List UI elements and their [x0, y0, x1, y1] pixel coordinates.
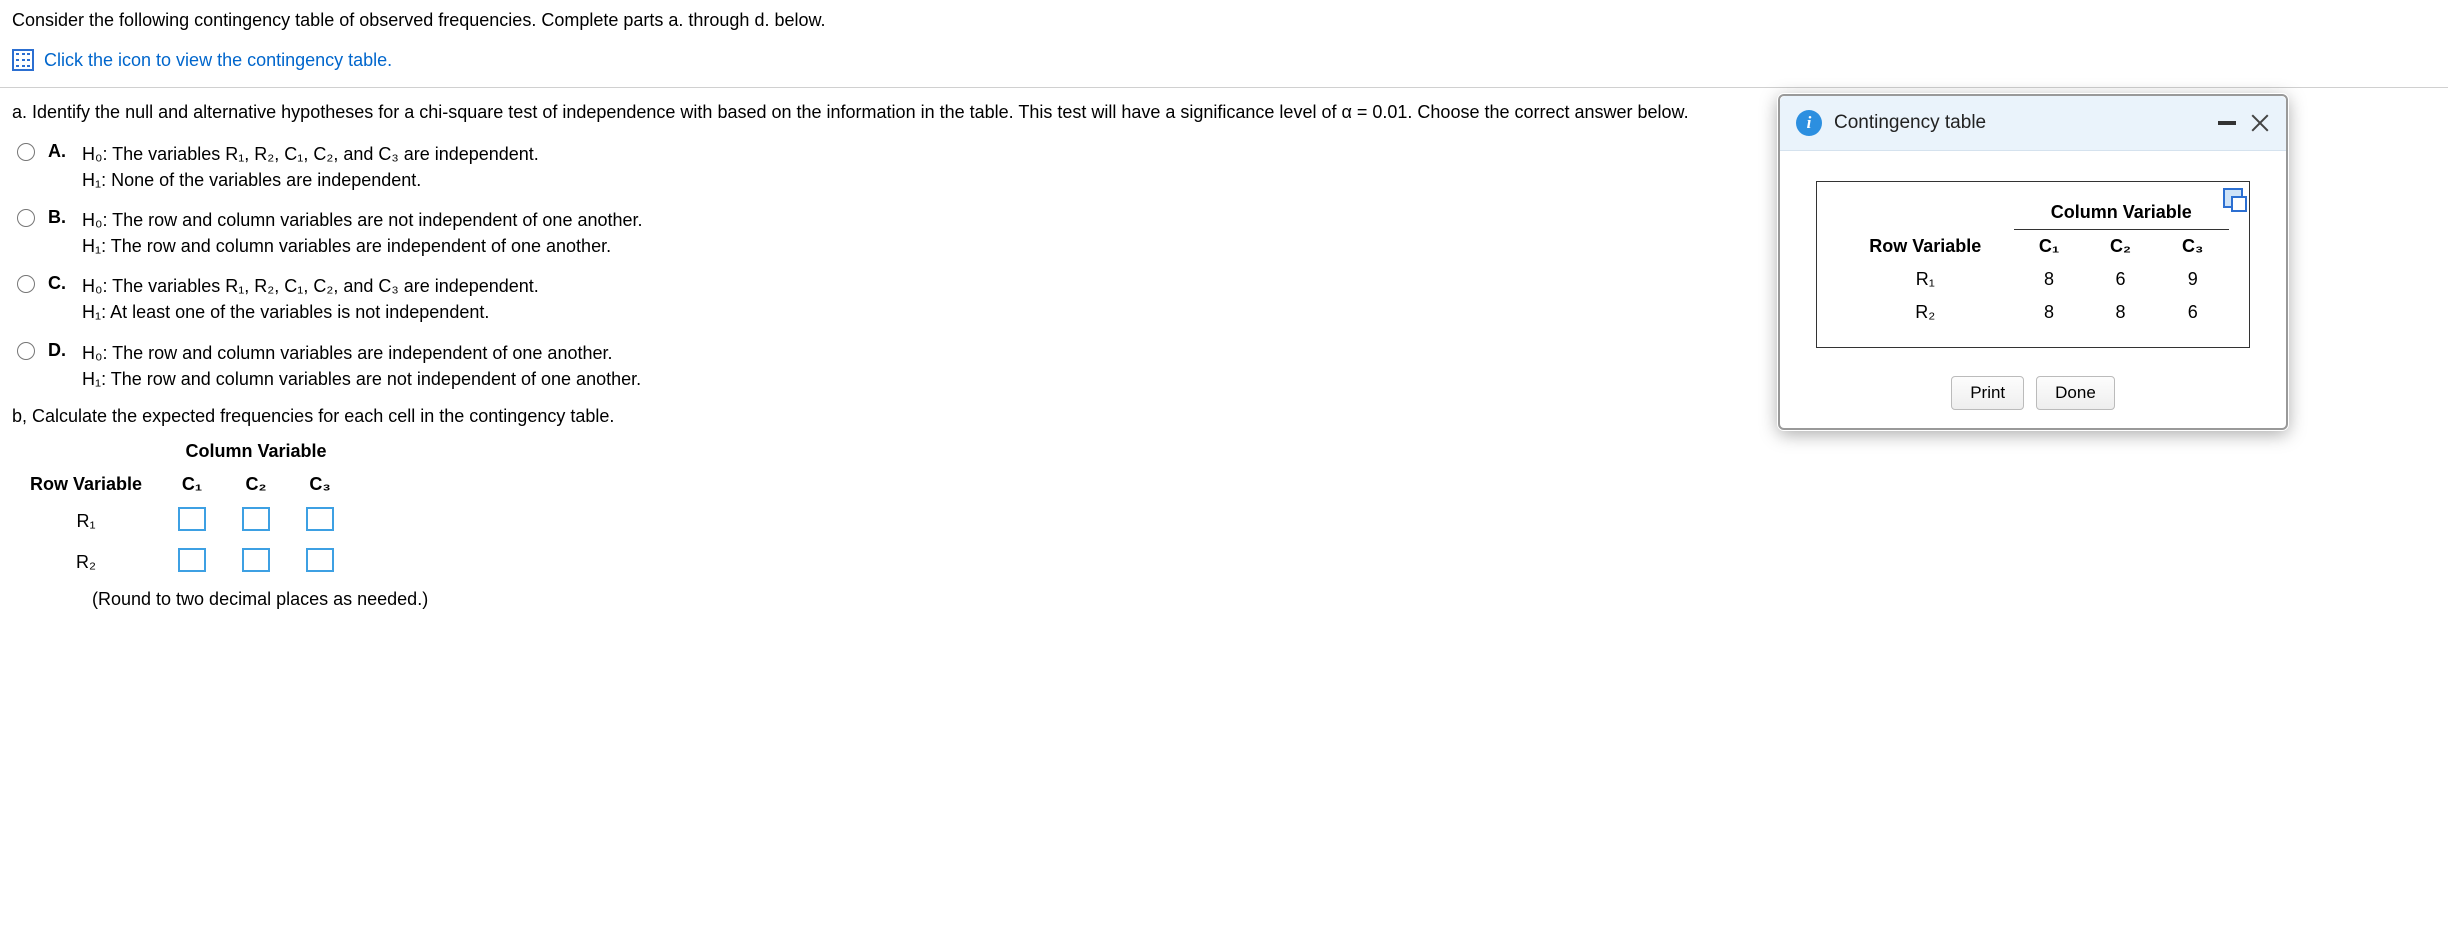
intro-text: Consider the following contingency table… [0, 0, 2448, 43]
cell: 8 [2014, 296, 2085, 329]
exp-R1-C1[interactable] [178, 507, 206, 531]
copy-icon[interactable] [2223, 188, 2243, 208]
cell: 8 [2085, 296, 2157, 329]
choice-D: D. H₀: The row and column variables are … [12, 340, 792, 392]
minimize-icon[interactable] [2218, 121, 2236, 125]
view-table-link[interactable]: Click the icon to view the contingency t… [44, 50, 392, 71]
col-var-header: Column Variable [2014, 196, 2229, 230]
col-C2: C₂ [224, 468, 288, 501]
exp-R1-C3[interactable] [306, 507, 334, 531]
row-label: R₂ [1837, 296, 2014, 329]
exp-R2-C2[interactable] [242, 548, 270, 572]
done-button[interactable]: Done [2036, 376, 2115, 410]
table-icon[interactable] [12, 49, 34, 71]
choice-B: B. H₀: The row and column variables are … [12, 207, 792, 259]
col-C3: C₃ [288, 468, 352, 501]
radio-C[interactable] [17, 275, 35, 293]
rounding-note: (Round to two decimal places as needed.) [12, 589, 2436, 610]
choice-body: H₀: The row and column variables are not… [82, 207, 792, 259]
choice-label: D. [48, 340, 72, 361]
choice-body: H₀: The variables R₁, R₂, C₁, C₂, and C₃… [82, 141, 792, 193]
choice-C: C. H₀: The variables R₁, R₂, C₁, C₂, and… [12, 273, 792, 325]
view-table-row: Click the icon to view the contingency t… [0, 43, 2448, 88]
row-R2: R₂ [12, 542, 160, 583]
info-icon: i [1796, 110, 1822, 136]
col-C2: C₂ [2085, 230, 2157, 264]
table-row: R₂ [12, 542, 352, 583]
popup-header: i Contingency table [1780, 96, 2286, 151]
radio-D[interactable] [17, 342, 35, 360]
exp-R2-C1[interactable] [178, 548, 206, 572]
radio-A[interactable] [17, 143, 35, 161]
col-C3: C₃ [2156, 230, 2229, 264]
col-C1: C₁ [160, 468, 224, 501]
row-R1: R₁ [12, 501, 160, 542]
table-row: R₁ 8 6 9 [1837, 263, 2229, 296]
table-row: R₂ 8 8 6 [1837, 296, 2229, 329]
popup-footer: Print Done [1780, 362, 2286, 428]
choice-label: C. [48, 273, 72, 294]
choice-body: H₀: The variables R₁, R₂, C₁, C₂, and C₃… [82, 273, 792, 325]
choice-label: B. [48, 207, 72, 228]
exp-R1-C2[interactable] [242, 507, 270, 531]
popup-title: Contingency table [1834, 112, 2206, 134]
choice-body: H₀: The row and column variables are ind… [82, 340, 792, 392]
contingency-popup: i Contingency table Column Variable Row … [1778, 94, 2288, 430]
exp-R2-C3[interactable] [306, 548, 334, 572]
cell: 9 [2156, 263, 2229, 296]
row-var-header: Row Variable [1837, 230, 2014, 264]
choice-label: A. [48, 141, 72, 162]
expected-freq-table: Column Variable Row Variable C₁ C₂ C₃ R₁… [12, 435, 352, 583]
contingency-table-box: Column Variable Row Variable C₁ C₂ C₃ R₁… [1816, 181, 2250, 348]
cell: 8 [2014, 263, 2085, 296]
cell: 6 [2085, 263, 2157, 296]
row-var-header: Row Variable [12, 468, 160, 501]
print-button[interactable]: Print [1951, 376, 2024, 410]
radio-B[interactable] [17, 209, 35, 227]
col-var-header: Column Variable [160, 435, 352, 468]
choice-A: A. H₀: The variables R₁, R₂, C₁, C₂, and… [12, 141, 792, 193]
cell: 6 [2156, 296, 2229, 329]
table-row: R₁ [12, 501, 352, 542]
contingency-table: Column Variable Row Variable C₁ C₂ C₃ R₁… [1837, 196, 2229, 329]
close-icon[interactable] [2250, 113, 2270, 133]
col-C1: C₁ [2014, 230, 2085, 264]
row-label: R₁ [1837, 263, 2014, 296]
